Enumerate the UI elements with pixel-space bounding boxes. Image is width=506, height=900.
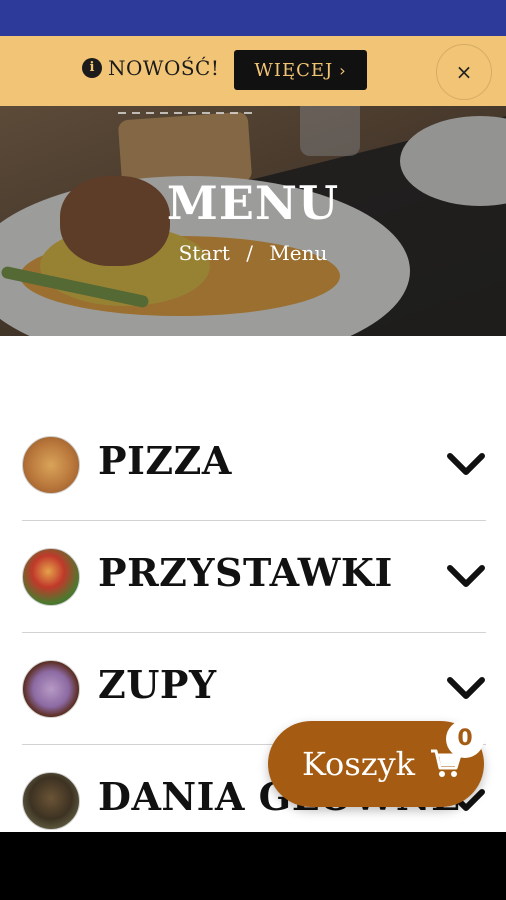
close-icon: × (455, 60, 473, 84)
more-button-label: WIĘCEJ (254, 59, 334, 81)
promo-banner: i NOWOŚĆ! WIĘCEJ › × (0, 36, 506, 106)
hero-banner: MENU Start / Menu (0, 106, 506, 336)
category-thumbnail (22, 772, 80, 830)
close-button[interactable]: × (436, 44, 492, 100)
category-przystawki[interactable]: PRZYSTAWKI (22, 520, 486, 633)
info-icon: i (82, 58, 102, 78)
breadcrumb: Start / Menu (0, 241, 506, 265)
category-label: PIZZA (98, 438, 232, 483)
system-navigation-bar (0, 832, 506, 900)
breadcrumb-current: Menu (269, 241, 328, 265)
promo-text: NOWOŚĆ! (108, 56, 220, 80)
breadcrumb-separator: / (246, 241, 253, 265)
chevron-down-icon[interactable] (446, 668, 486, 708)
cart-count-badge: 0 (446, 720, 484, 758)
category-label: PRZYSTAWKI (98, 550, 393, 595)
category-pizza[interactable]: PIZZA (22, 408, 486, 521)
breadcrumb-home[interactable]: Start (179, 241, 230, 265)
page-title: MENU (166, 176, 340, 230)
category-thumbnail (22, 660, 80, 718)
status-bar (0, 0, 506, 36)
chevron-right-icon: › (339, 60, 347, 80)
category-thumbnail (22, 548, 80, 606)
chevron-down-icon[interactable] (446, 444, 486, 484)
chevron-down-icon[interactable] (446, 556, 486, 596)
category-label: ZUPY (98, 662, 217, 707)
category-thumbnail (22, 436, 80, 494)
cart-label: Koszyk (302, 745, 416, 783)
slider-dots (118, 112, 252, 114)
more-button[interactable]: WIĘCEJ › (234, 50, 367, 90)
